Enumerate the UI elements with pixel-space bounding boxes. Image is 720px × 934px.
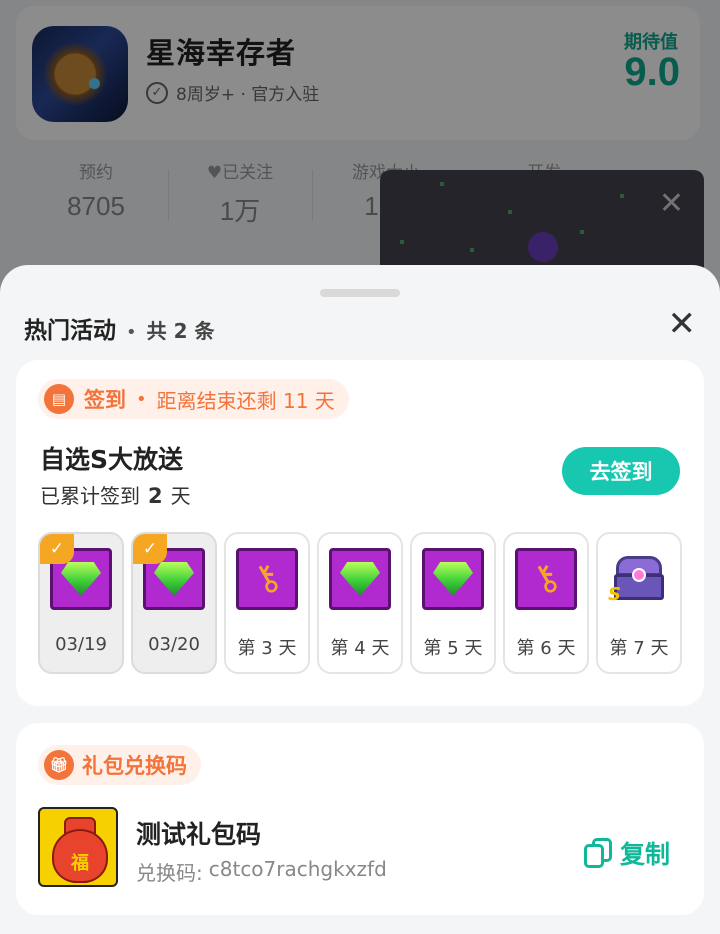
title-separator: • xyxy=(126,322,137,343)
checkin-day[interactable]: ⚷ 第 3 天 xyxy=(224,532,310,674)
day-label: 第 7 天 xyxy=(609,638,669,659)
checkin-day[interactable]: ✓ 03/20 xyxy=(131,532,217,674)
lucky-bag-icon: 福 xyxy=(38,807,118,887)
gift-code-value: c8tco7rachgkxzfd xyxy=(208,857,387,881)
checked-icon: ✓ xyxy=(133,534,167,564)
checkin-day[interactable]: 第 5 天 xyxy=(410,532,496,674)
time-remaining: 距离结束还剩 11 天 xyxy=(156,388,335,413)
checkin-progress: 已累计签到 2 天 xyxy=(40,480,191,509)
gift-icon: 🎁︎ xyxy=(44,750,74,780)
checkin-button[interactable]: 去签到 xyxy=(562,447,680,495)
activities-sheet: 热门活动 • 共 2 条 ✕ ▤ 签到 • 距离结束还剩 11 天 自选S大放送… xyxy=(0,265,720,934)
day-label: 第 4 天 xyxy=(330,638,390,659)
progress-count: 2 xyxy=(148,484,163,508)
gem-icon xyxy=(340,562,380,596)
checkin-badge: ▤ 签到 • 距离结束还剩 11 天 xyxy=(38,379,349,419)
day-label: 第 6 天 xyxy=(516,638,576,659)
gift-name: 测试礼包码 xyxy=(136,820,262,849)
checkin-day[interactable]: S 第 7 天 xyxy=(596,532,682,674)
progress-prefix: 已累计签到 xyxy=(40,484,140,508)
reward-tile xyxy=(329,548,391,610)
reward-tile xyxy=(422,548,484,610)
activity-title: 自选S大放送 xyxy=(40,445,184,474)
day-label: 03/19 xyxy=(55,634,107,655)
gift-code-card: 🎁︎ 礼包兑换码 福 测试礼包码 兑换码: c8tco7rachgkxzfd 复… xyxy=(16,723,704,915)
gem-icon xyxy=(433,562,473,596)
copy-label: 复制 xyxy=(619,840,670,869)
checkin-day[interactable]: 第 4 天 xyxy=(317,532,403,674)
gift-badge-label: 礼包兑换码 xyxy=(82,754,187,778)
gem-icon xyxy=(61,562,101,596)
copy-icon xyxy=(583,838,612,868)
checkin-card: ▤ 签到 • 距离结束还剩 11 天 自选S大放送 已累计签到 2 天 去签到 … xyxy=(16,360,704,706)
reward-tile: ⚷ xyxy=(515,548,577,610)
checkin-days: ✓ 03/19 ✓ 03/20 ⚷ 第 3 天 第 4 天 第 5 天 ⚷ 第 … xyxy=(38,532,682,674)
progress-suffix: 天 xyxy=(170,484,191,508)
activity-count: 共 2 条 xyxy=(146,319,215,343)
key-icon: ⚷ xyxy=(245,554,289,603)
gift-code-label: 兑换码: xyxy=(136,861,203,885)
badge-separator: • xyxy=(136,388,147,410)
checkin-day[interactable]: ⚷ 第 6 天 xyxy=(503,532,589,674)
calendar-icon: ▤ xyxy=(44,384,74,414)
gem-icon xyxy=(154,562,194,596)
day-label: 第 3 天 xyxy=(237,638,297,659)
copy-button[interactable]: 复制 xyxy=(583,835,670,871)
day-label: 03/20 xyxy=(148,634,200,655)
chest-icon: S xyxy=(608,554,668,605)
gift-code: 兑换码: c8tco7rachgkxzfd xyxy=(136,857,387,886)
reward-tile: S xyxy=(608,548,670,610)
reward-tile: ⚷ xyxy=(236,548,298,610)
key-icon: ⚷ xyxy=(524,554,568,603)
drag-handle[interactable] xyxy=(320,289,400,297)
sheet-title: 热门活动 xyxy=(24,318,116,344)
day-label: 第 5 天 xyxy=(423,638,483,659)
checkin-badge-label: 签到 xyxy=(84,388,126,412)
close-icon[interactable]: ✕ xyxy=(668,307,697,341)
checked-icon: ✓ xyxy=(40,534,74,564)
checkin-day[interactable]: ✓ 03/19 xyxy=(38,532,124,674)
sheet-header: 热门活动 • 共 2 条 xyxy=(24,311,214,345)
gift-badge: 🎁︎ 礼包兑换码 xyxy=(38,745,201,785)
